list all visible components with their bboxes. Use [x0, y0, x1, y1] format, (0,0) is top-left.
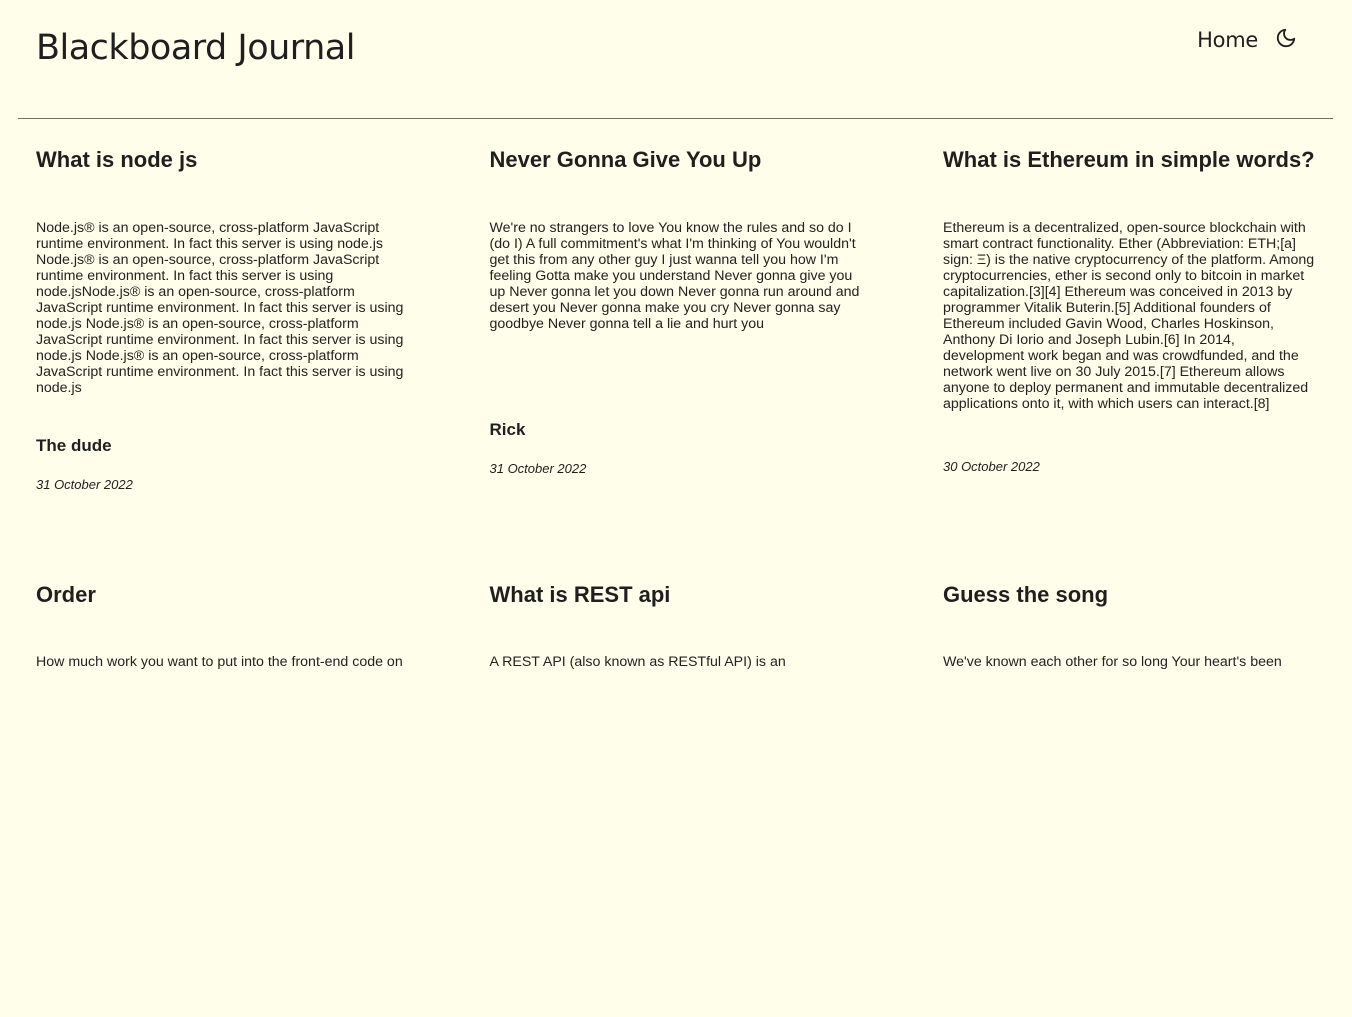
site-header: Blackboard Journal Home	[0, 0, 1352, 120]
post-title[interactable]: What is node js	[36, 147, 490, 173]
post-excerpt: Node.js® is an open-source, cross-platfo…	[36, 220, 404, 396]
post-excerpt: We're no strangers to love You know the …	[489, 220, 860, 332]
post-excerpt: We've known each other for so long Your …	[943, 654, 1282, 670]
post-card[interactable]: What is REST api A REST API (also known …	[490, 582, 944, 1017]
post-author: Rick	[489, 420, 526, 439]
post-author: The dude	[36, 436, 112, 455]
post-excerpt: Ethereum is a decentralized, open-source…	[943, 220, 1315, 412]
moon-icon	[1276, 28, 1296, 48]
nav-home-link[interactable]: Home	[1197, 28, 1258, 52]
post-date: 31 October 2022	[36, 477, 133, 492]
post-date: 31 October 2022	[489, 461, 587, 476]
post-excerpt: How much work you want to put into the f…	[36, 654, 403, 670]
post-title[interactable]: Guess the song	[943, 582, 1323, 608]
post-card[interactable]: What is node js Node.js® is an open-sour…	[36, 147, 490, 582]
main-nav: Home	[1197, 24, 1298, 52]
header-divider	[18, 118, 1333, 119]
post-date: 30 October 2022	[943, 459, 1040, 474]
post-excerpt: A REST API (also known as RESTful API) i…	[489, 654, 786, 670]
theme-toggle-button[interactable]	[1274, 26, 1298, 50]
post-title[interactable]: What is Ethereum in simple words?	[943, 147, 1323, 173]
post-card[interactable]: What is Ethereum in simple words? Ethere…	[943, 147, 1323, 582]
post-card[interactable]: Guess the song We've known each other fo…	[943, 582, 1323, 1017]
site-title[interactable]: Blackboard Journal	[36, 28, 355, 68]
posts-grid: What is node js Node.js® is an open-sour…	[36, 147, 1326, 1017]
post-card[interactable]: Never Gonna Give You Up We're no strange…	[490, 147, 944, 582]
post-card[interactable]: Order How much work you want to put into…	[36, 582, 490, 1017]
post-title[interactable]: What is REST api	[490, 582, 944, 608]
post-title[interactable]: Never Gonna Give You Up	[490, 147, 944, 173]
post-title[interactable]: Order	[36, 582, 490, 608]
